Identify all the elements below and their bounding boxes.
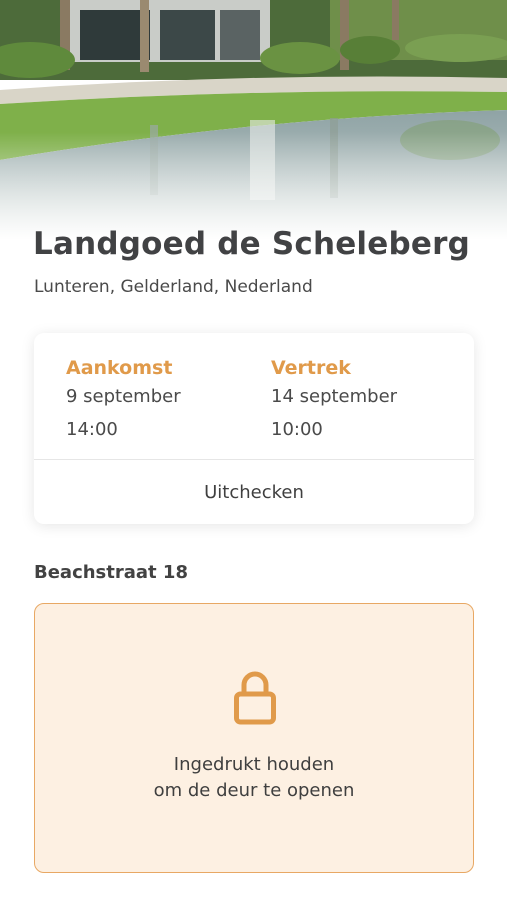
arrival-date: 9 september [66, 386, 181, 407]
departure-date: 14 september [271, 386, 398, 407]
arrival-info: Aankomst 9 september 14:00 [66, 355, 181, 442]
property-title: Landgoed de Scheleberg [33, 226, 470, 262]
door-instruction-line1: Ingedrukt houden [173, 754, 335, 775]
departure-info: Vertrek 14 september 10:00 [271, 355, 397, 442]
door-instruction-line2: om de deur te openen [153, 780, 355, 801]
door-instruction: Ingedrukt houden om de deur te openen [35, 752, 473, 804]
departure-time: 10:00 [271, 419, 323, 440]
arrival-label: Aankomst [66, 357, 173, 379]
departure-label: Vertrek [271, 357, 351, 379]
door-unlock-button[interactable]: Ingedrukt houden om de deur te openen [34, 603, 474, 873]
property-location: Lunteren, Gelderland, Nederland [34, 277, 313, 297]
screen: Landgoed de Scheleberg Lunteren, Gelderl… [0, 0, 507, 900]
room-address: Beachstraat 18 [34, 562, 188, 583]
hero-image [0, 0, 507, 240]
checkout-button[interactable]: Uitchecken [34, 460, 474, 524]
stay-card: Aankomst 9 september 14:00 Vertrek 14 se… [34, 333, 474, 524]
arrival-time: 14:00 [66, 419, 118, 440]
lock-icon [234, 671, 276, 725]
